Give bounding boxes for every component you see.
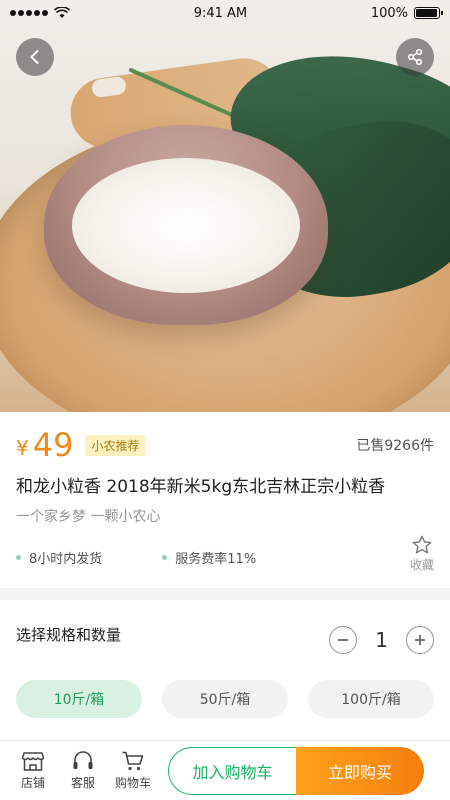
- sold-count: 已售9266件: [356, 438, 434, 454]
- product-image[interactable]: [0, 0, 450, 412]
- decrease-button[interactable]: [329, 626, 358, 654]
- feature-row: 8小时内发货 服务费率11% 收藏: [16, 535, 434, 572]
- currency-symbol: ¥: [16, 436, 29, 460]
- nav-service[interactable]: 客服: [58, 750, 108, 791]
- store-icon: [21, 752, 45, 771]
- product-price: 49: [32, 426, 74, 464]
- spec-option-100[interactable]: 100斤/箱: [308, 680, 434, 718]
- chevron-left-icon: [30, 50, 39, 64]
- cta-group: 加入购物车 立即购买: [168, 746, 424, 795]
- battery-percent: 100%: [370, 5, 408, 21]
- recommend-badge: 小农推荐: [85, 434, 146, 456]
- bullet-icon: [162, 555, 168, 560]
- back-button[interactable]: [16, 38, 54, 76]
- add-to-cart-button[interactable]: 加入购物车: [168, 746, 296, 795]
- minus-icon: [338, 639, 349, 641]
- star-icon: [412, 535, 432, 554]
- cart-icon: [122, 751, 144, 771]
- spec-section: 选择规格和数量 1 10斤/箱 50斤/箱 100斤/箱: [0, 600, 450, 740]
- share-icon: [407, 48, 423, 66]
- favorite-button[interactable]: 收藏: [410, 534, 434, 573]
- battery-icon: [413, 7, 443, 19]
- nav-store[interactable]: 店铺: [8, 750, 58, 791]
- product-info: ¥ 49 小农推荐 已售9266件 和龙小粒香 2018年新米5kg东北吉林正宗…: [0, 412, 450, 588]
- headset-icon: [73, 751, 93, 769]
- quantity-stepper: 1: [329, 626, 434, 654]
- feature-service-fee: 服务费率11%: [162, 548, 256, 567]
- product-subtitle: 一个家乡梦 一颗小农心: [16, 509, 161, 525]
- section-divider: [0, 588, 450, 600]
- status-time: 9:41 AM: [193, 5, 248, 21]
- increase-button[interactable]: [406, 626, 434, 654]
- spec-option-10[interactable]: 10斤/箱: [16, 680, 142, 718]
- bullet-icon: [16, 555, 21, 560]
- spec-option-50[interactable]: 50斤/箱: [162, 680, 288, 718]
- signal-icon: [10, 10, 48, 16]
- plus-icon: [415, 635, 425, 645]
- product-title: 和龙小粒香 2018年新米5kg东北吉林正宗小粒香: [16, 477, 386, 497]
- buy-now-button[interactable]: 立即购买: [296, 746, 424, 795]
- wifi-icon: [54, 7, 70, 18]
- share-button[interactable]: [396, 38, 434, 76]
- favorite-label: 收藏: [409, 558, 434, 572]
- nav-cart[interactable]: 购物车: [108, 750, 158, 791]
- signal-area: [10, 7, 70, 19]
- quantity-value[interactable]: 1: [375, 628, 388, 652]
- spec-options: 10斤/箱 50斤/箱 100斤/箱: [16, 680, 434, 718]
- bottom-action-bar: 店铺 客服 购物车 加入购物车 立即购买: [0, 740, 450, 800]
- feature-shipping: 8小时内发货: [16, 548, 102, 567]
- status-bar: 9:41 AM 100%: [0, 0, 450, 26]
- price-row: ¥ 49 小农推荐 已售9266件: [16, 412, 434, 478]
- spec-title: 选择规格和数量: [16, 625, 122, 644]
